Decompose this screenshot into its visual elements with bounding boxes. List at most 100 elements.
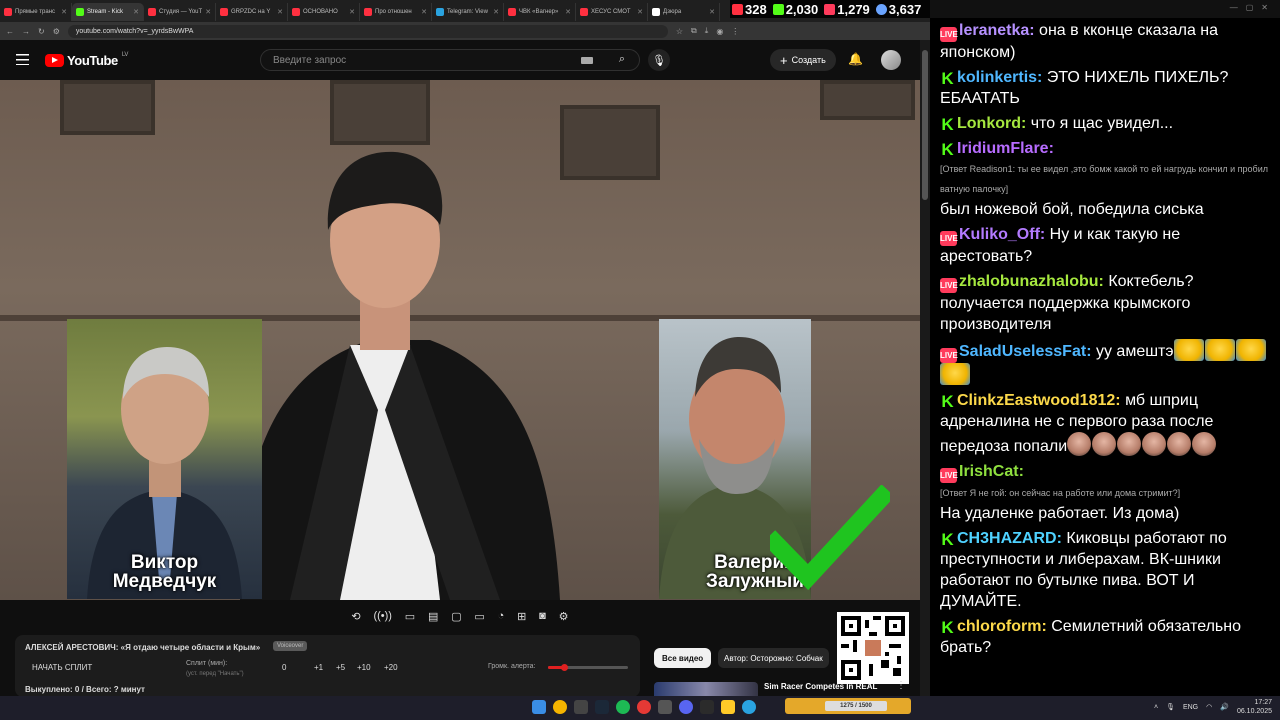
- chrome-icon[interactable]: [553, 700, 567, 714]
- extensions-icon[interactable]: ⧉: [691, 26, 697, 36]
- browser-tab[interactable]: Прямые транс ✕: [0, 3, 72, 21]
- browser-tab[interactable]: Студия — YouT ✕: [144, 3, 216, 21]
- tab-close-icon[interactable]: ✕: [349, 8, 355, 16]
- avatar[interactable]: [881, 50, 901, 70]
- browser-tab[interactable]: Дзюра ✕: [648, 3, 720, 21]
- chat-username[interactable]: Lonkord: [957, 115, 1021, 132]
- chat-username[interactable]: chloroform: [957, 618, 1041, 635]
- tab-close-icon[interactable]: ✕: [709, 8, 715, 16]
- browser-tab[interactable]: Stream - Kick ✕: [72, 3, 144, 21]
- search-input[interactable]: Введите запрос ⌕: [260, 49, 640, 71]
- profile-icon[interactable]: ◉: [716, 27, 723, 36]
- tab-close-icon[interactable]: ✕: [565, 8, 571, 16]
- microphone-tray-icon[interactable]: 🎙: [1166, 703, 1175, 711]
- telegram-icon[interactable]: [742, 700, 756, 714]
- spotify-icon[interactable]: [616, 700, 630, 714]
- notifications-bell-icon[interactable]: 🔔: [848, 52, 863, 66]
- chat-username[interactable]: zhalobunazhalobu: [959, 273, 1099, 290]
- volume-icon[interactable]: 🔊: [1220, 703, 1229, 711]
- tab-close-icon[interactable]: ✕: [421, 8, 427, 16]
- alert-volume-knob[interactable]: [561, 664, 568, 671]
- laughing-emote-icon: [940, 363, 970, 385]
- forward-icon[interactable]: →: [22, 27, 30, 36]
- tab-close-icon[interactable]: ✕: [205, 8, 211, 16]
- loop-icon[interactable]: ⟲: [351, 610, 360, 623]
- scrollbar-thumb[interactable]: [922, 50, 928, 200]
- split-add-10-button[interactable]: +10: [357, 663, 371, 672]
- more-options-icon[interactable]: ⋮: [896, 680, 906, 691]
- chat-username[interactable]: CH3HAZARD: [957, 530, 1057, 547]
- windows-start-icon[interactable]: [532, 700, 546, 714]
- chat-username[interactable]: kolinkertis: [957, 69, 1037, 86]
- steam-icon[interactable]: [595, 700, 609, 714]
- obs-icon[interactable]: [637, 700, 651, 714]
- youtube-live-badge-icon: LIVE: [940, 231, 958, 246]
- search-taskbar-icon[interactable]: [574, 700, 588, 714]
- tab-favicon-icon: [292, 8, 300, 16]
- download-icon[interactable]: ⤓: [705, 26, 709, 36]
- settings-gear-icon[interactable]: ⚙: [559, 610, 569, 623]
- alert-volume-slider[interactable]: [548, 664, 628, 671]
- site-info-icon[interactable]: ⚙: [53, 27, 60, 36]
- author-chip[interactable]: Автор: Осторожно: Собчак: [718, 648, 829, 668]
- chat-username[interactable]: Kuliko_Off: [959, 226, 1040, 243]
- clock[interactable]: 17:27 06.10.2025: [1237, 698, 1272, 716]
- browser-tab[interactable]: ХЕСУС СМОТ ✕: [576, 3, 648, 21]
- browser-tab[interactable]: ЧВК «Вагнер» ✕: [504, 3, 576, 21]
- browser-tab[interactable]: Telegram: View ✕: [432, 3, 504, 21]
- tab-favicon-icon: [220, 8, 228, 16]
- split-add-1-button[interactable]: +1: [314, 663, 323, 672]
- chat-username[interactable]: IridiumFlare: [957, 140, 1049, 157]
- chat-message: LIVEKuliko_Off: Ну и как такую не аресто…: [940, 224, 1272, 267]
- reload-icon[interactable]: ↻: [38, 27, 45, 36]
- start-split-button[interactable]: НАЧАТЬ СПЛИТ: [32, 663, 92, 672]
- tab-close-icon[interactable]: ✕: [61, 8, 67, 16]
- audio-icon[interactable]: ((•)): [373, 610, 392, 622]
- wifi-icon[interactable]: ◠: [1206, 703, 1212, 711]
- split-value-0[interactable]: 0: [282, 663, 286, 672]
- cast-icon[interactable]: ▭: [405, 610, 415, 623]
- tab-close-icon[interactable]: ✕: [277, 8, 283, 16]
- hamburger-menu-icon[interactable]: [16, 54, 29, 65]
- split-add-5-button[interactable]: +5: [336, 663, 345, 672]
- create-button[interactable]: + Создать: [770, 49, 836, 71]
- screen-icon[interactable]: ▢: [451, 610, 461, 623]
- app-icon[interactable]: [658, 700, 672, 714]
- discord-icon[interactable]: [679, 700, 693, 714]
- video-player[interactable]: Виктор Медведчук Валерий Залужный: [0, 80, 920, 600]
- address-bar[interactable]: youtube.com/watch?v=_yyrdsBwWPA: [67, 24, 668, 38]
- browser-tab[interactable]: GRPZDC на Y ✕: [216, 3, 288, 21]
- back-icon[interactable]: ←: [6, 27, 14, 36]
- all-videos-chip[interactable]: Все видео: [654, 648, 712, 668]
- file-explorer-icon[interactable]: [721, 700, 735, 714]
- tab-close-icon[interactable]: ✕: [493, 8, 499, 16]
- recommended-title[interactable]: Sim Racer Competes In REAL: [764, 682, 877, 691]
- camera-icon[interactable]: ◙: [539, 610, 546, 622]
- theater-icon[interactable]: ▭: [474, 610, 484, 623]
- tab-close-icon[interactable]: ✕: [637, 8, 643, 16]
- chat-separator: :: [1098, 273, 1109, 290]
- chat-username[interactable]: IrishCat: [959, 463, 1019, 480]
- search-icon[interactable]: ⌕: [619, 53, 625, 66]
- keyboard-icon[interactable]: [581, 57, 593, 64]
- browser-tab[interactable]: Про отношен ✕: [360, 3, 432, 21]
- app-icon[interactable]: [700, 700, 714, 714]
- add-icon[interactable]: ⊞: [517, 610, 526, 623]
- chat-username[interactable]: ClinkzEastwood1812: [957, 392, 1115, 409]
- microphone-icon[interactable]: 🎙: [648, 49, 670, 71]
- tab-close-icon[interactable]: ✕: [133, 8, 139, 16]
- page-scrollbar[interactable]: [920, 40, 930, 696]
- chat-username[interactable]: SaladUselessFat: [959, 343, 1086, 360]
- chat-message: LIVEIrishCat: [Ответ Я не гой: он сейчас…: [940, 461, 1272, 524]
- split-add-20-button[interactable]: +20: [384, 663, 398, 672]
- chat-username[interactable]: leranetka: [959, 22, 1029, 39]
- clapper-icon[interactable]: ▤: [428, 610, 438, 623]
- youtube-logo[interactable]: YouTube LV: [45, 52, 128, 68]
- speed-icon[interactable]: ◔: [498, 610, 505, 622]
- language-indicator[interactable]: ENG: [1183, 704, 1198, 711]
- bookmark-star-icon[interactable]: ☆: [676, 27, 683, 36]
- menu-dots-icon[interactable]: ⋮: [731, 27, 739, 36]
- window-controls[interactable]: —▢✕: [1230, 3, 1276, 12]
- browser-tab[interactable]: ОСНОВАНО ✕: [288, 3, 360, 21]
- chevron-up-icon[interactable]: ˄: [1154, 704, 1158, 711]
